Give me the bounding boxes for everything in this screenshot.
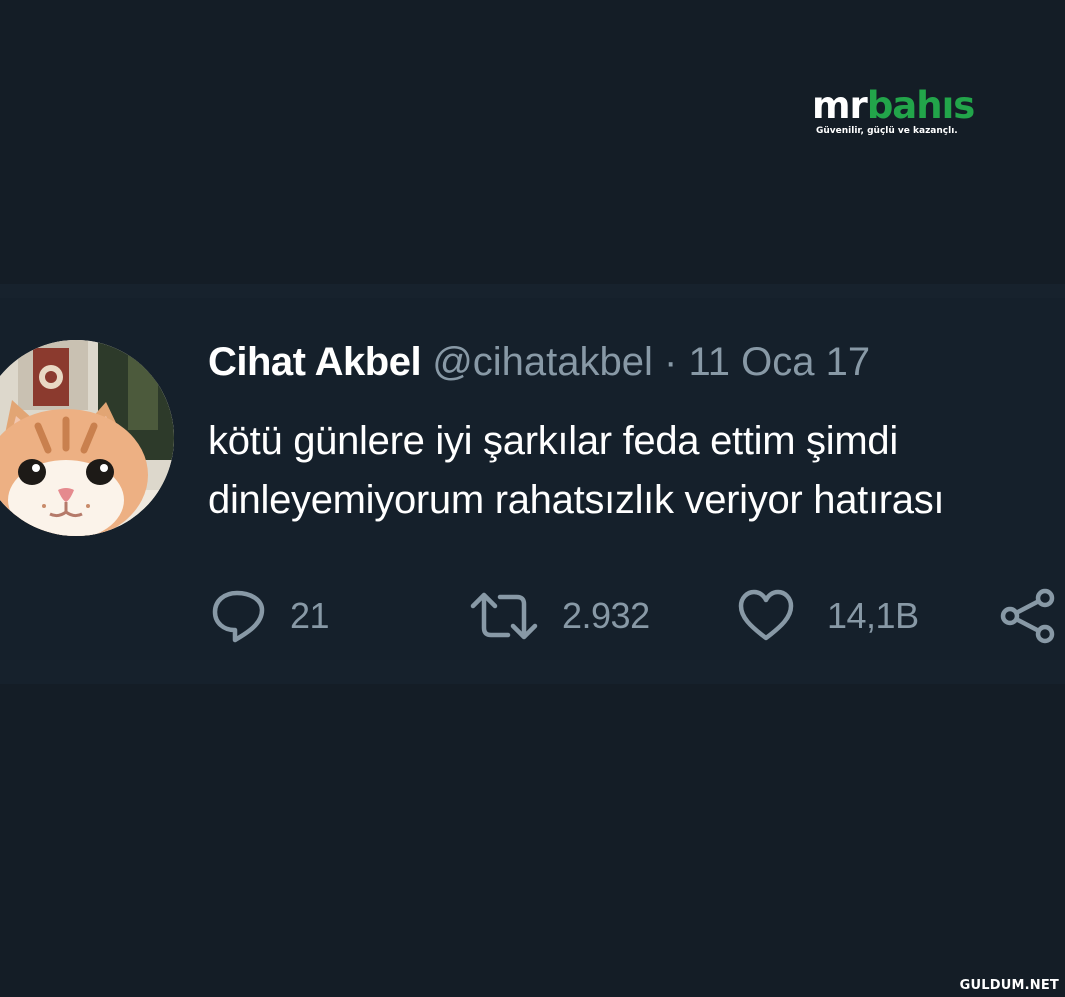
tweet-header: Cihat Akbel @cihatakbel · 11 Oca 17 (208, 340, 870, 384)
author-name[interactable]: Cihat Akbel (208, 340, 422, 384)
brand-logo-bahis: bahıs (866, 84, 975, 127)
tweet-actions: 21 2.932 14,1B (0, 586, 1065, 646)
share-button[interactable] (1000, 586, 1058, 646)
like-icon (738, 589, 794, 641)
brand-logo-mr: mr (812, 84, 868, 127)
brand-tagline: Güvenilir, güçlü ve kazançlı. (816, 126, 958, 136)
tweet-card[interactable]: Cihat Akbel @cihatakbel · 11 Oca 17 kötü… (0, 284, 1065, 684)
reply-button[interactable]: 21 (210, 586, 330, 646)
brand-logo: mrbahıs (812, 86, 1002, 126)
brand-watermark: mrbahıs Güvenilir, güçlü ve kazançlı. (812, 86, 1002, 137)
retweet-icon (470, 592, 538, 640)
reply-icon (212, 590, 265, 643)
author-handle[interactable]: @cihatakbel (432, 340, 653, 384)
tweet-divider-bottom (0, 660, 1065, 684)
tweet-text: kötü günlere iyi şarkılar feda ettim şim… (208, 419, 945, 522)
avatar[interactable] (0, 340, 174, 536)
page: mrbahıs Güvenilir, güçlü ve kazançlı. Ci… (0, 0, 1065, 997)
tweet-date[interactable]: 11 Oca 17 (689, 340, 871, 384)
cat-avatar-icon (0, 340, 174, 536)
share-icon (1000, 588, 1055, 644)
retweet-button[interactable]: 2.932 (470, 586, 650, 646)
like-count: 14,1B (827, 595, 919, 636)
reply-count: 21 (290, 595, 330, 636)
retweet-count: 2.932 (562, 595, 650, 636)
tweet-divider-top (0, 284, 1065, 298)
like-button[interactable]: 14,1B (737, 586, 919, 646)
site-watermark: GULDUM.NET (959, 978, 1059, 993)
header-separator: · (664, 340, 678, 384)
